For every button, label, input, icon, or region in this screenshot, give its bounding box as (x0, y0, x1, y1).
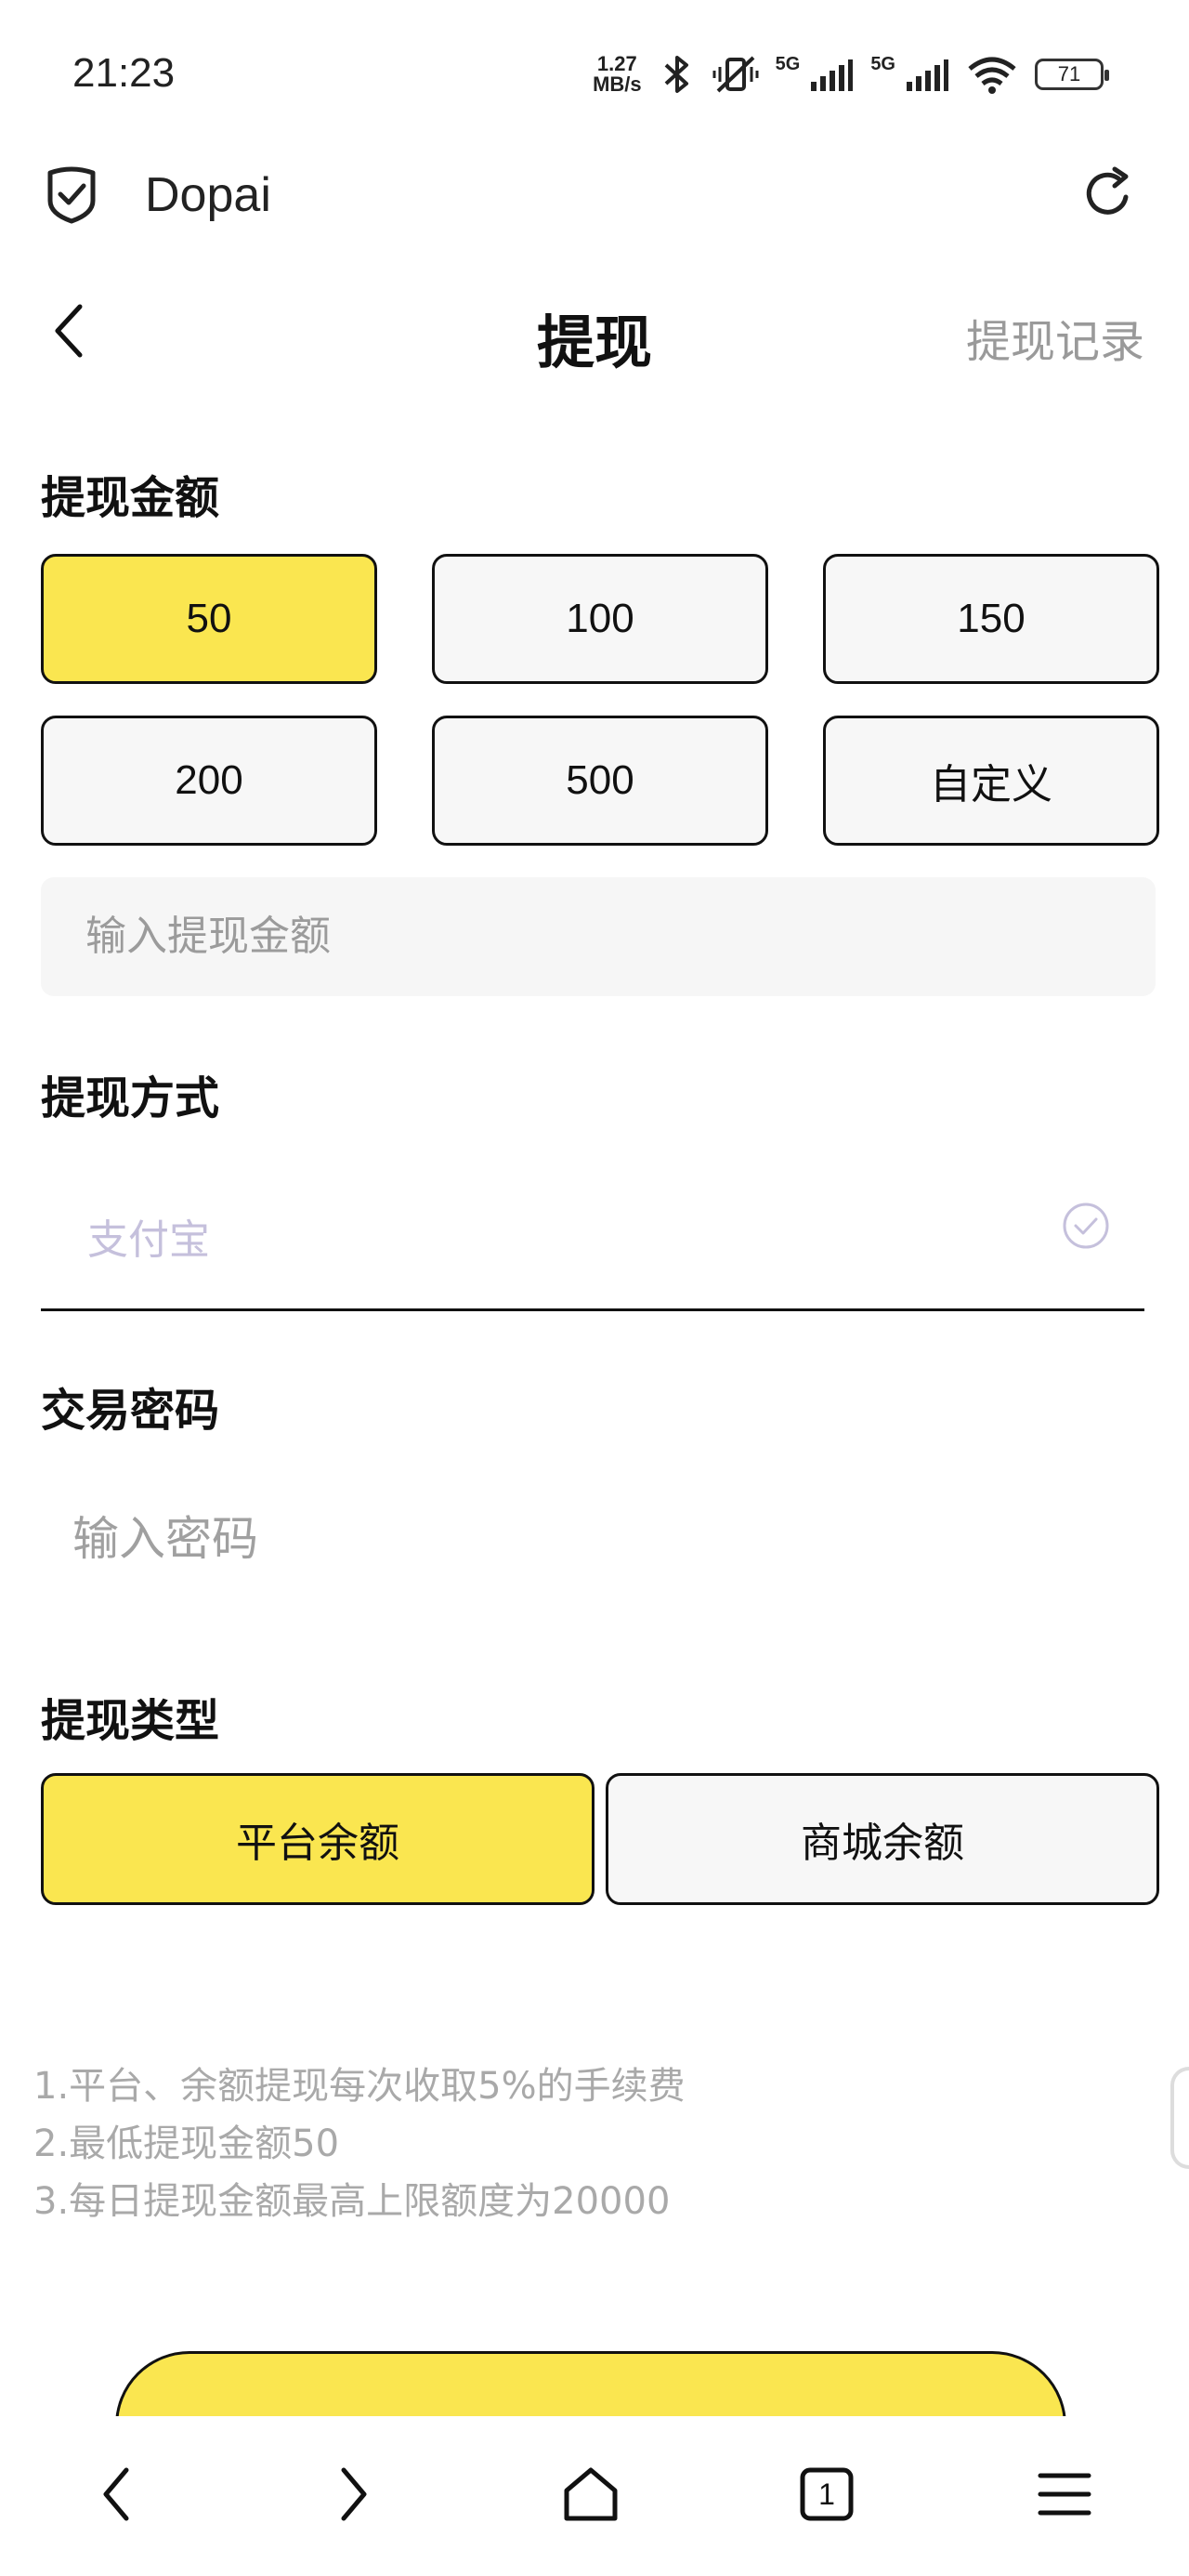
wifi-icon (968, 57, 1016, 94)
browser-bottom-nav: 1 (0, 2416, 1189, 2576)
withdraw-history-link[interactable]: 提现记录 (966, 305, 1144, 370)
check-circle-icon[interactable] (1061, 1201, 1111, 1251)
password-input[interactable] (41, 1496, 1096, 1582)
note-line: 1.平台、余额提现每次收取5%的手续费 (33, 2065, 686, 2108)
net-speed-value: 1.27 (596, 52, 637, 75)
sim1-network-label: 5G (775, 54, 801, 74)
amount-option-custom[interactable]: 自定义 (823, 716, 1159, 846)
signal-icon (907, 59, 948, 91)
type-section-label: 提现类型 (41, 1695, 220, 1747)
net-speed-unit: MB/s (593, 72, 642, 96)
tab-count: 1 (818, 2477, 835, 2511)
amount-section-label: 提现金额 (41, 472, 220, 524)
signal-icon (811, 59, 854, 91)
amount-input[interactable] (41, 877, 1156, 996)
amount-option-50[interactable]: 50 (41, 554, 377, 684)
note-line: 3.每日提现金额最高上限额度为20000 (33, 2180, 671, 2223)
bluetooth-icon (664, 56, 688, 93)
nav-home-icon[interactable] (554, 2457, 628, 2531)
method-divider (41, 1308, 1144, 1311)
side-drawer-handle[interactable] (1170, 2067, 1189, 2169)
nav-menu-icon[interactable] (1027, 2457, 1102, 2531)
net-speed: 1.27 MB/s (593, 54, 642, 95)
password-section-label: 交易密码 (41, 1385, 220, 1437)
method-section-label: 提现方式 (41, 1072, 220, 1124)
amount-option-500[interactable]: 500 (432, 716, 768, 846)
battery-indicator: 71 (1035, 59, 1109, 90)
shield-check-icon[interactable] (41, 164, 102, 225)
amount-option-150[interactable]: 150 (823, 554, 1159, 684)
status-icons: 1.27 MB/s 5G 5G 71 (593, 54, 1109, 95)
nav-forward-icon[interactable] (316, 2457, 390, 2531)
withdraw-notes: 1.平台、余额提现每次收取5%的手续费 2.最低提现金额50 3.每日提现金额最… (33, 2057, 686, 2230)
submit-withdraw-button[interactable]: 提现 (115, 2351, 1066, 2425)
amount-option-200[interactable]: 200 (41, 716, 377, 846)
refresh-icon[interactable] (1078, 164, 1139, 225)
nav-back-icon[interactable] (80, 2457, 154, 2531)
note-line: 2.最低提现金额50 (33, 2123, 340, 2165)
method-alipay[interactable]: 支付宝 (87, 1206, 210, 1266)
site-name: Dopai (145, 168, 271, 222)
vibrate-muted-icon (712, 56, 759, 93)
type-option-platform-balance[interactable]: 平台余额 (41, 1773, 594, 1905)
nav-tabs-icon[interactable]: 1 (790, 2457, 864, 2531)
type-option-mall-balance[interactable]: 商城余额 (606, 1773, 1159, 1905)
amount-option-100[interactable]: 100 (432, 554, 768, 684)
sim2-network-label: 5G (870, 54, 895, 74)
status-time: 21:23 (72, 50, 176, 96)
submit-button-container: 提现 (115, 2351, 1066, 2425)
